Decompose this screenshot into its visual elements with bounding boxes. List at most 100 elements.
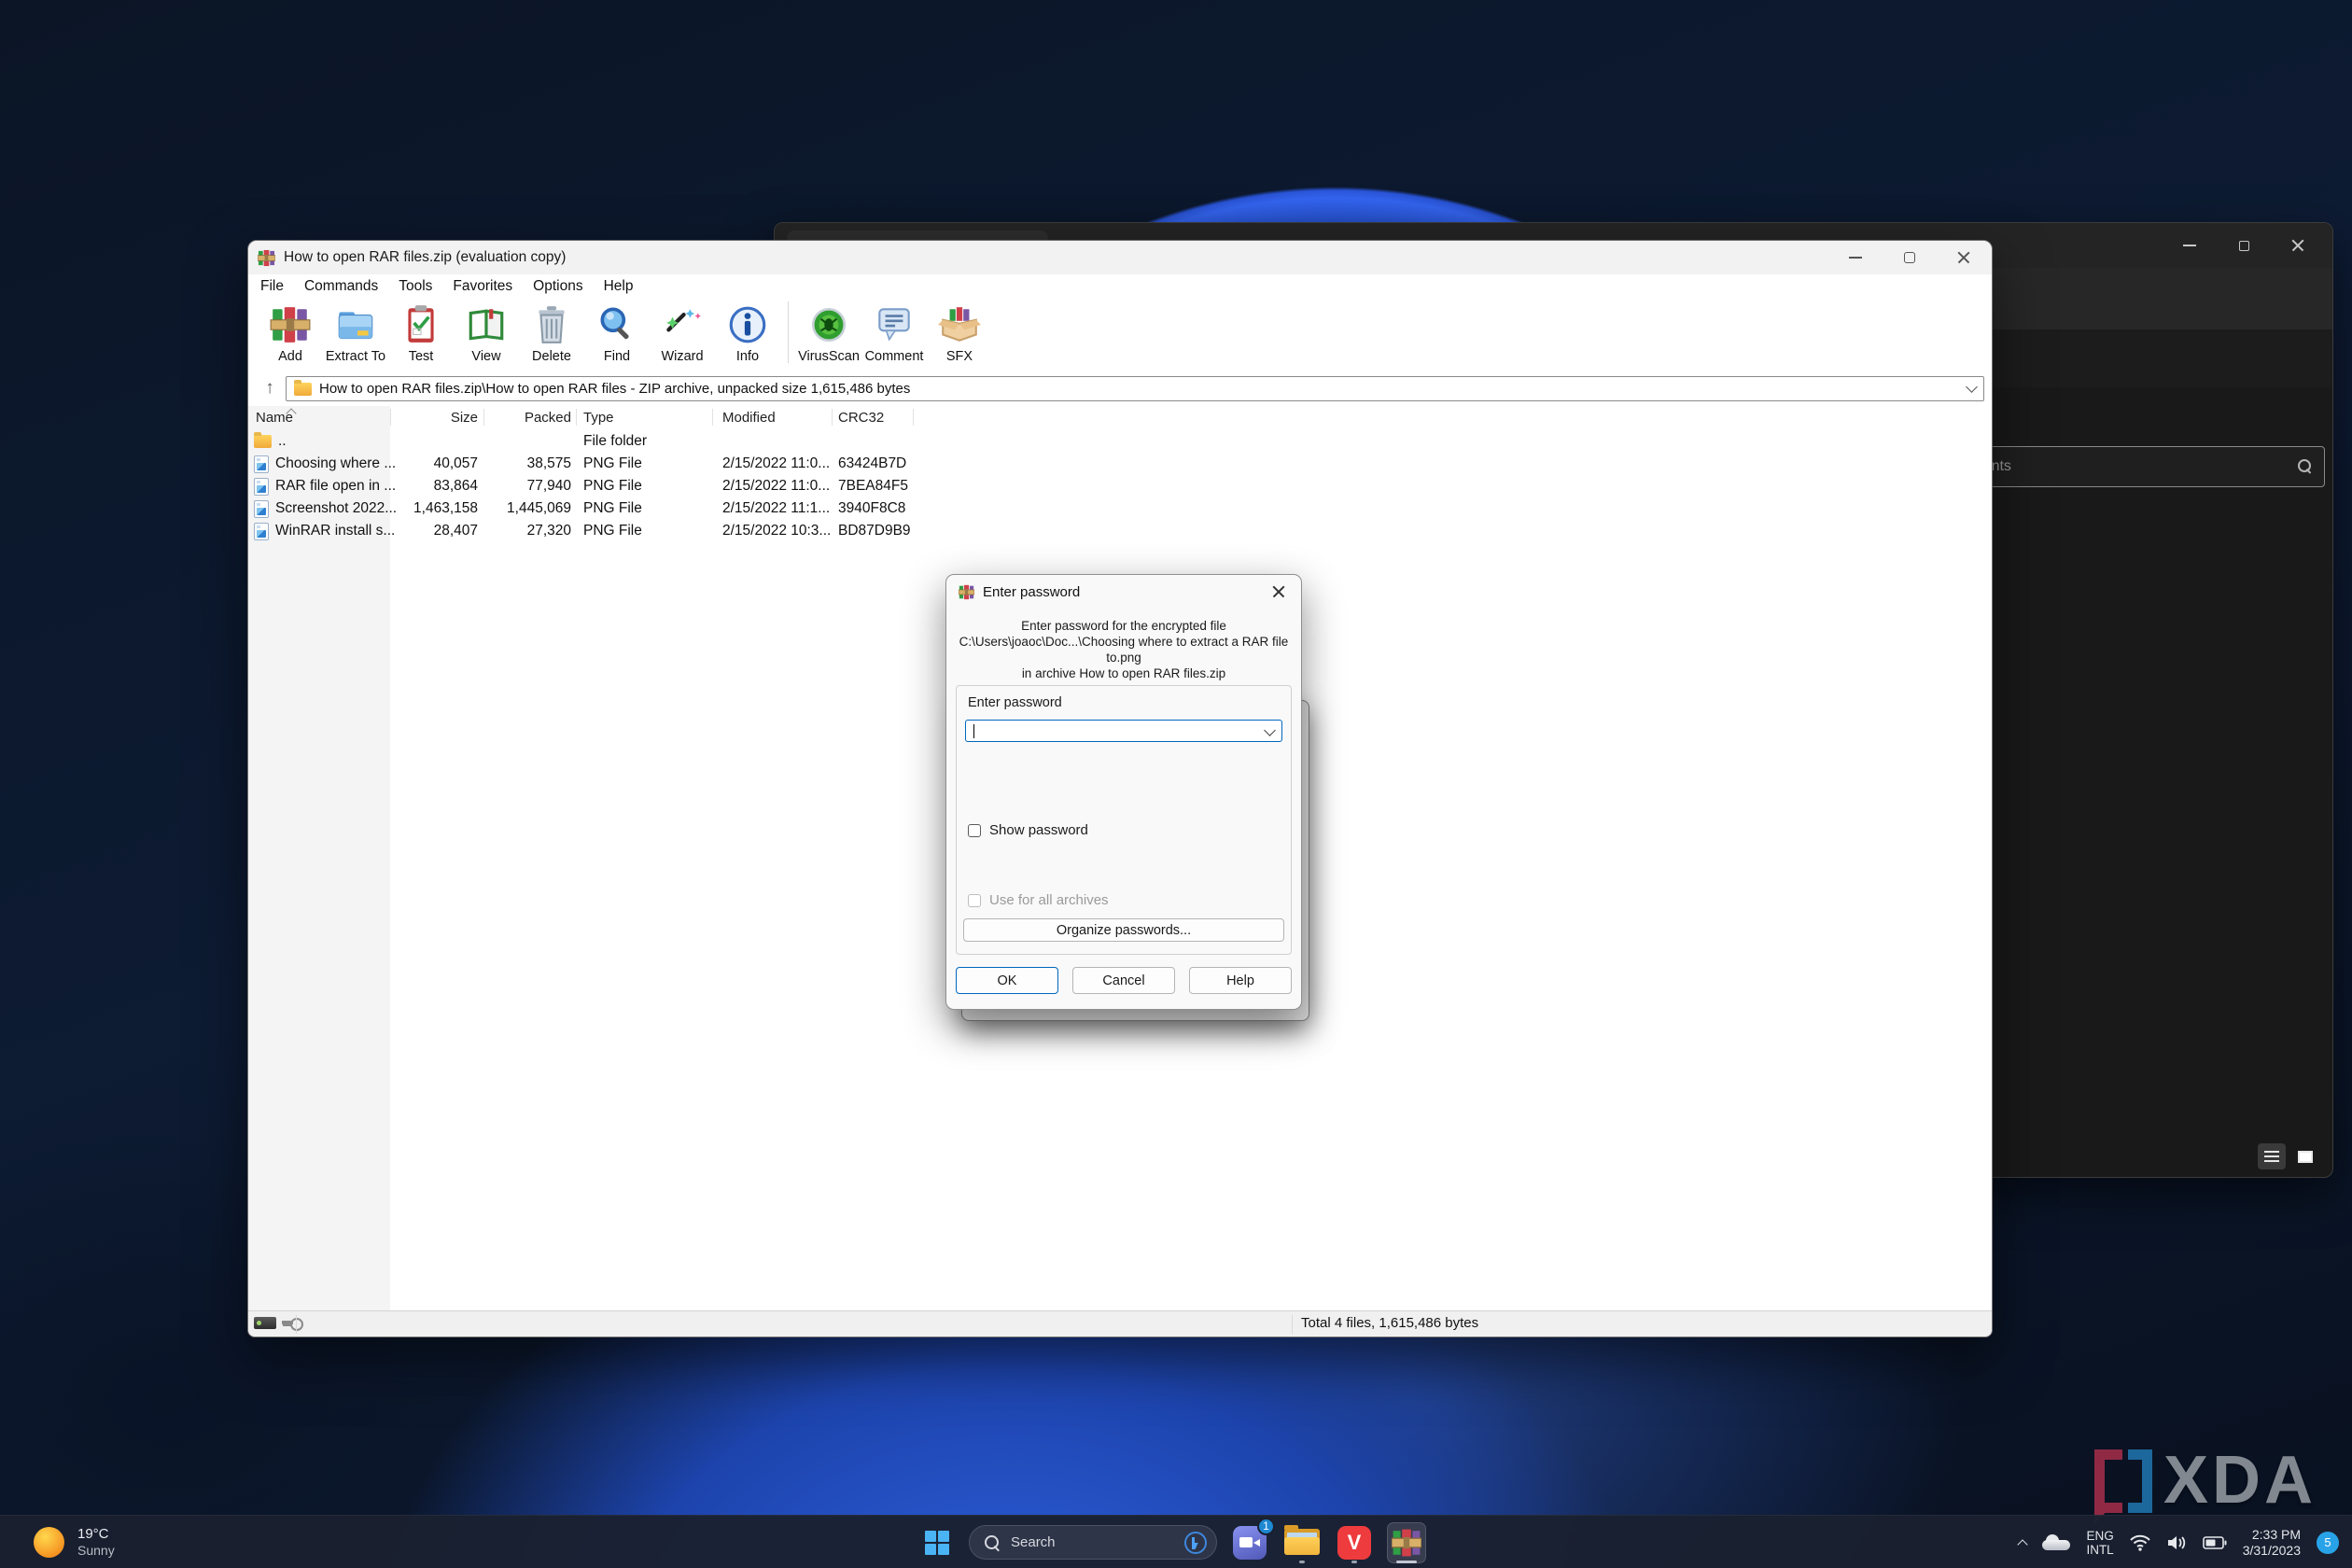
search-icon — [2298, 459, 2313, 474]
menu-tools[interactable]: Tools — [388, 278, 442, 295]
toolbar-find-button[interactable]: Find — [584, 298, 650, 371]
toolbar-extract-button[interactable]: Extract To — [323, 298, 388, 371]
tray-overflow-chevron[interactable] — [2017, 1539, 2029, 1550]
password-input[interactable] — [965, 720, 1282, 742]
taskbar-search[interactable]: Search — [969, 1525, 1217, 1560]
up-directory-button[interactable]: ↑ — [258, 376, 282, 400]
weather-temp: 19°C — [77, 1526, 109, 1542]
checkbox-icon — [968, 823, 981, 837]
info-icon — [729, 306, 766, 343]
running-indicator — [1351, 1560, 1357, 1563]
battery-icon[interactable] — [2202, 1535, 2227, 1549]
status-total: Total 4 files, 1,615,486 bytes — [1301, 1315, 1479, 1331]
column-header-packed[interactable]: Packed — [491, 406, 571, 428]
taskbar-winrar-button[interactable] — [1387, 1521, 1426, 1564]
menu-file[interactable]: File — [250, 278, 294, 295]
winrar-active-tile — [1387, 1521, 1426, 1563]
column-header-size[interactable]: Size — [398, 406, 478, 428]
toolbar-info-button[interactable]: Info — [715, 298, 780, 371]
menu-options[interactable]: Options — [523, 278, 593, 295]
winrar-maximize-button[interactable] — [1883, 241, 1937, 274]
toolbar-separator — [788, 301, 789, 363]
column-header-type[interactable]: Type — [583, 406, 705, 428]
winrar-minimize-button[interactable] — [1828, 241, 1883, 274]
dialog-titlebar[interactable]: Enter password — [946, 575, 1301, 609]
windows-logo-icon — [925, 1530, 949, 1555]
menu-help[interactable]: Help — [594, 278, 644, 295]
file-row[interactable]: Choosing where ... 40,057 38,575 PNG Fil… — [248, 453, 1992, 475]
search-icon — [985, 1534, 1000, 1550]
sfx-box-icon — [938, 307, 981, 342]
toolbar-add-button[interactable]: Add — [258, 298, 323, 371]
explorer-maximize-button[interactable] — [2217, 229, 2271, 262]
weather-widget[interactable]: 19°C Sunny — [34, 1520, 115, 1563]
xda-bracket-right — [2128, 1449, 2152, 1513]
file-explorer-icon — [1284, 1524, 1320, 1557]
sun-icon — [34, 1526, 64, 1558]
text-caret — [973, 723, 975, 738]
language-switcher[interactable]: ENG INTL — [2086, 1529, 2113, 1557]
column-header-modified[interactable]: Modified — [722, 406, 825, 428]
preview-view-button[interactable] — [2291, 1143, 2319, 1169]
delete-trash-icon — [539, 306, 565, 343]
window-title: How to open RAR files.zip (evaluation co… — [284, 249, 567, 265]
maximize-icon — [2238, 240, 2249, 251]
toolbar-comment-button[interactable]: Comment — [861, 298, 927, 371]
start-button[interactable] — [918, 1524, 956, 1561]
png-file-icon — [254, 455, 269, 473]
toolbar-test-button[interactable]: Test — [388, 298, 454, 371]
png-file-icon — [254, 499, 269, 518]
file-row-parent[interactable]: .. File folder — [248, 430, 1992, 453]
chat-badge: 1 — [1257, 1517, 1275, 1535]
explorer-minimize-button[interactable] — [2163, 229, 2217, 262]
toolbar-wizard-button[interactable]: Wizard — [650, 298, 715, 371]
taskbar-vivaldi-button[interactable]: V — [1335, 1521, 1374, 1564]
address-text: How to open RAR files.zip\How to open RA… — [319, 381, 911, 397]
list-view-button[interactable] — [2258, 1143, 2286, 1169]
column-header-name[interactable]: Name — [256, 406, 386, 428]
dialog-close-button[interactable] — [1260, 577, 1297, 607]
explorer-close-button[interactable] — [2271, 229, 2325, 262]
menu-commands[interactable]: Commands — [294, 278, 388, 295]
list-header: Name Size Packed Type Modified CRC32 — [248, 406, 1992, 428]
toolbar-view-button[interactable]: View — [454, 298, 519, 371]
volume-icon[interactable] — [2166, 1534, 2187, 1551]
toolbar: Add Extract To Test View Delete Find Wiz… — [250, 298, 1990, 371]
toolbar-virusscan-button[interactable]: VirusScan — [796, 298, 861, 371]
wizard-wand-icon — [666, 309, 701, 332]
notification-badge[interactable]: 5 — [2317, 1531, 2339, 1554]
preview-view-icon — [2298, 1150, 2313, 1163]
organize-passwords-button[interactable]: Organize passwords... — [963, 918, 1284, 942]
status-bar: Total 4 files, 1,615,486 bytes — [248, 1310, 1992, 1337]
clock[interactable]: 2:33 PM 3/31/2023 — [2243, 1527, 2301, 1559]
help-button[interactable]: Help — [1189, 967, 1292, 994]
file-row[interactable]: WinRAR install s... 28,407 27,320 PNG Fi… — [248, 520, 1992, 542]
file-row[interactable]: Screenshot 2022... 1,463,158 1,445,069 P… — [248, 497, 1992, 520]
winrar-close-button[interactable] — [1937, 241, 1991, 274]
combo-dropdown-icon[interactable] — [1264, 723, 1276, 736]
view-book-icon — [469, 309, 504, 341]
toolbar-sfx-button[interactable]: SFX — [927, 298, 992, 371]
file-row[interactable]: RAR file open in ... 83,864 77,940 PNG F… — [248, 475, 1992, 497]
address-bar[interactable]: How to open RAR files.zip\How to open RA… — [286, 376, 1984, 401]
folder-icon — [254, 432, 272, 448]
winrar-titlebar[interactable]: How to open RAR files.zip (evaluation co… — [248, 241, 1992, 274]
taskbar-chat-button[interactable]: 1 — [1230, 1517, 1275, 1564]
menu-bar: File Commands Tools Favorites Options He… — [250, 274, 1990, 298]
taskbar-explorer-button[interactable] — [1282, 1521, 1322, 1564]
password-groupbox: Enter password Show password Use for all… — [956, 685, 1292, 955]
close-icon — [1272, 585, 1285, 598]
column-header-crc32[interactable]: CRC32 — [838, 406, 907, 428]
cancel-button[interactable]: Cancel — [1072, 967, 1175, 994]
show-password-checkbox[interactable]: Show password — [968, 822, 1088, 838]
chevron-down-icon — [1966, 381, 1978, 393]
taskbar: 19°C Sunny Search 1 V ENG INTL 2:33 PM 3… — [0, 1515, 2352, 1568]
onedrive-icon[interactable] — [2042, 1534, 2071, 1550]
wifi-icon[interactable] — [2129, 1534, 2150, 1551]
find-magnifier-icon — [600, 307, 629, 340]
menu-favorites[interactable]: Favorites — [442, 278, 523, 295]
winrar-logo-icon — [258, 249, 275, 266]
toolbar-delete-button[interactable]: Delete — [519, 298, 584, 371]
ok-button[interactable]: OK — [956, 967, 1058, 994]
list-view-icon — [2264, 1151, 2279, 1162]
